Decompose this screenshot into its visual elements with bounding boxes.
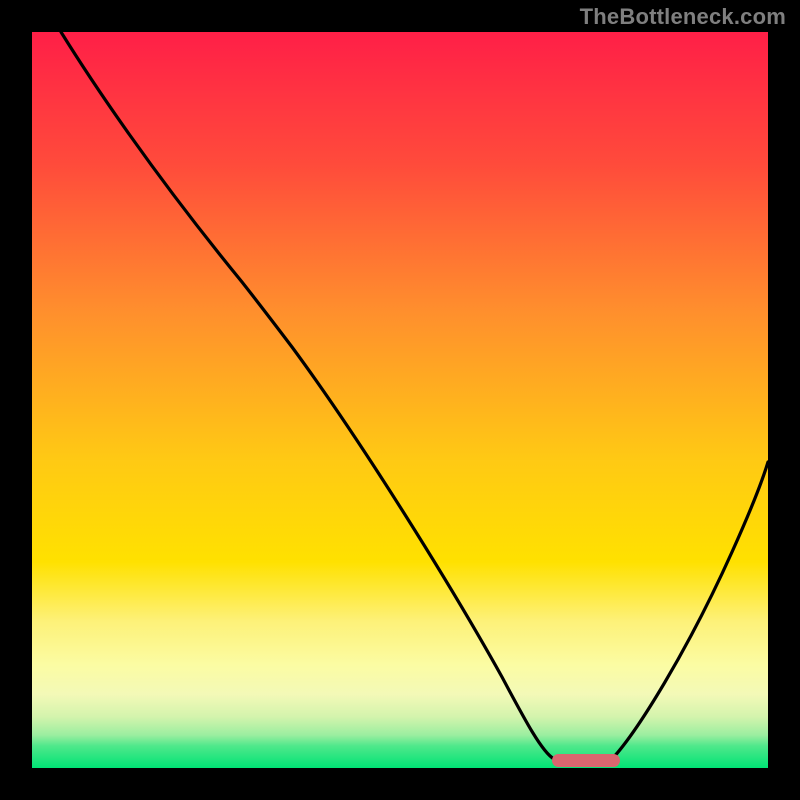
bottleneck-chart — [32, 32, 768, 768]
gradient-background — [32, 32, 768, 768]
plot-area — [32, 32, 768, 768]
attribution-label: TheBottleneck.com — [580, 4, 786, 30]
chart-container: TheBottleneck.com — [0, 0, 800, 800]
optimum-marker — [552, 754, 620, 767]
